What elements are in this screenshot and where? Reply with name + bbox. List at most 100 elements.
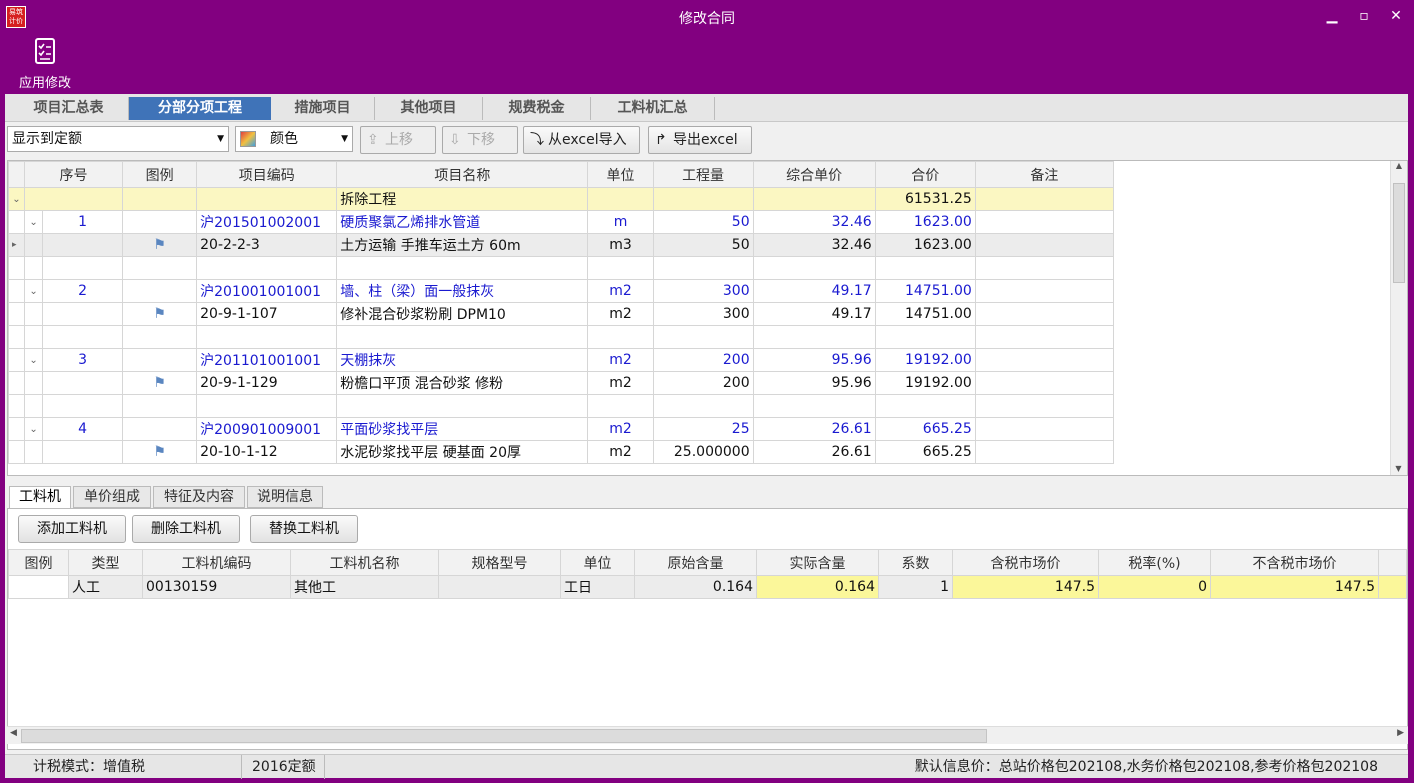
tab-features[interactable]: 特征及内容 bbox=[153, 486, 245, 508]
col-res-name[interactable]: 工料机名称 bbox=[290, 549, 439, 576]
collapse-icon[interactable]: ⌄ bbox=[23, 417, 44, 441]
cell-code: 20-9-1-129 bbox=[196, 371, 338, 395]
cell-price-tax[interactable]: 147.5 bbox=[952, 575, 1099, 599]
tab-other-items[interactable]: 其他项目 bbox=[375, 97, 483, 120]
apply-changes-button[interactable]: 应用修改 bbox=[14, 36, 76, 91]
collapse-icon[interactable]: ⌄ bbox=[23, 348, 44, 372]
table-row[interactable]: 人工 00130159 其他工 工日 0.164 0.164 1 147.5 0… bbox=[8, 575, 1407, 599]
move-up-button[interactable]: ⇪ 上移 bbox=[360, 126, 436, 154]
cell-total: 19192.00 bbox=[874, 371, 976, 395]
export-arrow-icon: ↱ bbox=[655, 132, 667, 148]
col-unit[interactable]: 单位 bbox=[560, 549, 635, 576]
move-down-button[interactable]: ⇩ 下移 bbox=[442, 126, 518, 154]
table-row[interactable]: ⚑ 20-9-1-129 粉檐口平顶 混合砂浆 修粉 m2 200 95.96 19192.… bbox=[8, 371, 1115, 395]
table-row[interactable]: ⌄ 3 沪201101001001 天棚抹灰 m2 200 95.96 19192.00 bbox=[8, 348, 1115, 372]
col-spec[interactable]: 规格型号 bbox=[438, 549, 561, 576]
col-type[interactable]: 类型 bbox=[68, 549, 143, 576]
cell-total: 1623.00 bbox=[874, 233, 976, 257]
window-title: 修改合同 bbox=[679, 11, 735, 27]
chevron-down-icon: ▼ bbox=[217, 134, 224, 144]
scroll-right-icon[interactable]: ▶ bbox=[1397, 728, 1404, 738]
cell-qty: 200 bbox=[652, 371, 754, 395]
collapse-icon[interactable]: ⌄ bbox=[23, 279, 44, 303]
table-row[interactable] bbox=[8, 256, 1115, 280]
cell-tax[interactable]: 0 bbox=[1098, 575, 1211, 599]
collapse-icon[interactable]: ⌄ bbox=[8, 187, 25, 211]
table-row[interactable]: ⌄ 4 沪200901009001 平面砂浆找平层 m2 25 26.61 665.25 bbox=[8, 417, 1115, 441]
import-excel-button[interactable]: ⤵ 从excel导入 bbox=[523, 126, 640, 154]
tab-project-summary[interactable]: 项目汇总表 bbox=[9, 97, 129, 120]
cell-qty: 300 bbox=[652, 302, 754, 326]
scroll-thumb[interactable] bbox=[21, 729, 987, 743]
items-grid: 序号 图例 项目编码 项目名称 单位 工程量 综合单价 合价 备注 ⌄ 拆除工程… bbox=[7, 160, 1408, 476]
flag-icon: ⚑ bbox=[122, 440, 198, 464]
cell-total: 665.25 bbox=[874, 417, 976, 441]
table-row[interactable]: ⚑ 20-9-1-107 修补混合砂浆粉刷 DPM10 m2 300 49.17 14751… bbox=[8, 302, 1115, 326]
col-qty[interactable]: 工程量 bbox=[652, 161, 754, 188]
cell-price: 32.46 bbox=[752, 233, 876, 257]
table-row[interactable]: ▸ ⚑ 20-2-2-3 土方运输 手推车运土方 60m m3 50 32.46 1623.0… bbox=[8, 233, 1115, 257]
client-area: 项目汇总表 分部分项工程 措施项目 其他项目 规费税金 工料机汇总 显示到定额 ▼… bbox=[5, 94, 1408, 779]
delete-resource-button[interactable]: 删除工料机 bbox=[132, 515, 240, 543]
col-res-code[interactable]: 工料机编码 bbox=[142, 549, 291, 576]
col-name[interactable]: 项目名称 bbox=[336, 161, 589, 188]
col-code[interactable]: 项目编码 bbox=[196, 161, 338, 188]
col-remark[interactable]: 备注 bbox=[974, 161, 1115, 188]
info-price-status: 默认信息价：总站价格包202108,水务价格包202108,参考价格包20210… bbox=[914, 759, 1378, 775]
col-coef[interactable]: 系数 bbox=[878, 549, 953, 576]
table-row[interactable]: ⌄ 1 沪201501002001 硬质聚氯乙烯排水管道 m 50 32.46 1623.00 bbox=[8, 210, 1115, 234]
table-row[interactable]: ⌄ 2 沪201001001001 墙、柱（梁）面一般抹灰 m2 300 49.17 1475… bbox=[8, 279, 1115, 303]
collapse-icon[interactable]: ⌄ bbox=[23, 210, 44, 234]
color-select[interactable]: 颜色 ▼ bbox=[235, 126, 353, 152]
tab-resources[interactable]: 工料机 bbox=[9, 486, 71, 508]
checklist-icon bbox=[35, 38, 55, 64]
flag-icon: ⚑ bbox=[122, 371, 198, 395]
col-unit[interactable]: 单位 bbox=[587, 161, 654, 188]
table-row[interactable] bbox=[8, 394, 1115, 418]
arrow-up-icon: ⇪ bbox=[367, 132, 379, 148]
cell-unit: m2 bbox=[587, 348, 654, 372]
tab-measures[interactable]: 措施项目 bbox=[271, 97, 375, 120]
scroll-left-icon[interactable]: ◀ bbox=[10, 728, 17, 738]
display-level-select[interactable]: 显示到定额 ▼ bbox=[7, 126, 229, 152]
app-window: 易筑 计价 修改合同 ▁ ▫ ✕ 应用修改 项目汇总表 分部分项工程 措施项目 其… bbox=[0, 0, 1414, 783]
tab-price-composition[interactable]: 单价组成 bbox=[73, 486, 151, 508]
col-seq[interactable]: 序号 bbox=[23, 161, 124, 188]
vertical-scrollbar[interactable]: ▲ ▼ bbox=[1390, 161, 1407, 475]
cell-type: 人工 bbox=[68, 575, 143, 599]
scroll-thumb[interactable] bbox=[1393, 183, 1405, 283]
replace-resource-button[interactable]: 替换工料机 bbox=[250, 515, 358, 543]
tab-description[interactable]: 说明信息 bbox=[247, 486, 323, 508]
table-row[interactable]: ⚑ 20-10-1-12 水泥砂浆找平层 硬基面 20厚 m2 25.000000 26.… bbox=[8, 440, 1115, 464]
table-row[interactable]: ⌄ 拆除工程 61531.25 bbox=[8, 187, 1115, 211]
minimize-icon[interactable]: ▁ bbox=[1322, 6, 1342, 26]
palette-icon bbox=[240, 131, 256, 147]
col-tax-rate[interactable]: 税率(%) bbox=[1098, 549, 1211, 576]
tab-fees-taxes[interactable]: 规费税金 bbox=[483, 97, 591, 120]
col-legend[interactable]: 图例 bbox=[122, 161, 198, 188]
horizontal-scrollbar[interactable]: ◀ ▶ bbox=[7, 726, 1408, 744]
maximize-icon[interactable]: ▫ bbox=[1354, 6, 1374, 26]
cell-total: 1623.00 bbox=[874, 210, 976, 234]
scroll-up-icon[interactable]: ▲ bbox=[1391, 161, 1407, 170]
scroll-down-icon[interactable]: ▼ bbox=[1391, 464, 1406, 473]
col-unit-price[interactable]: 综合单价 bbox=[752, 161, 876, 188]
table-row[interactable] bbox=[8, 325, 1115, 349]
export-excel-button[interactable]: ↱ 导出excel bbox=[648, 126, 752, 154]
close-icon[interactable]: ✕ bbox=[1386, 6, 1406, 26]
tab-resource-summary[interactable]: 工料机汇总 bbox=[591, 97, 715, 120]
cell-actual[interactable]: 0.164 bbox=[756, 575, 879, 599]
col-total[interactable]: 合价 bbox=[874, 161, 976, 188]
cell-unit: 工日 bbox=[560, 575, 635, 599]
col-orig-qty[interactable]: 原始含量 bbox=[634, 549, 757, 576]
tab-sub-items[interactable]: 分部分项工程 bbox=[129, 97, 271, 120]
col-price-notax[interactable]: 不含税市场价 bbox=[1210, 549, 1379, 576]
cell-qty: 25.000000 bbox=[652, 440, 754, 464]
col-actual-qty[interactable]: 实际含量 bbox=[756, 549, 879, 576]
cell-coef: 1 bbox=[878, 575, 953, 599]
col-price-tax[interactable]: 含税市场价 bbox=[952, 549, 1099, 576]
add-resource-button[interactable]: 添加工料机 bbox=[18, 515, 126, 543]
cell-price: 95.96 bbox=[752, 348, 876, 372]
col-legend[interactable]: 图例 bbox=[8, 549, 69, 576]
cell-price-notax[interactable]: 147.5 bbox=[1210, 575, 1379, 599]
